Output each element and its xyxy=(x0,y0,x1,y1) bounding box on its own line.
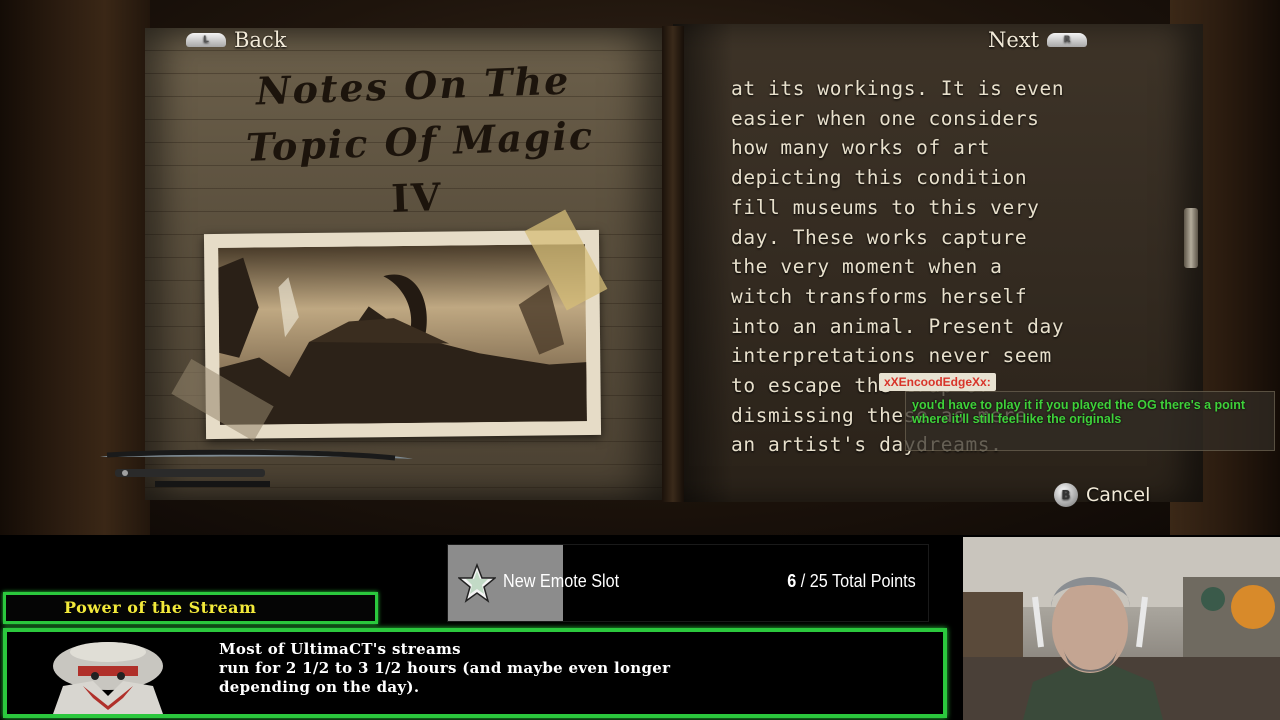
page-text-line: day. These works capture xyxy=(731,225,1028,249)
pots-line: depending on the day). xyxy=(219,678,420,696)
pots-line: Most of UltimaCT's streams xyxy=(219,640,461,658)
ornament-decoration xyxy=(100,449,413,487)
next-label: Next xyxy=(988,28,1040,52)
points-reward-label: New Emote Slot xyxy=(503,571,620,591)
next-button[interactable]: Next R xyxy=(988,28,1088,52)
page-text-line: at its workings. It is even xyxy=(731,77,1065,100)
chat-username: xXEncoodEdgeXx: xyxy=(879,373,996,391)
streamer-mascot-image xyxy=(23,636,193,714)
page-scroll-knob[interactable] xyxy=(1184,208,1198,268)
castle-photo-image xyxy=(218,244,587,425)
cancel-button[interactable]: B Cancel xyxy=(1054,483,1150,507)
points-count: 6 / 25 Total Points xyxy=(788,571,916,592)
pots-line: run for 2 1/2 to 3 1/2 hours (and maybe … xyxy=(219,659,671,677)
game-screen: L Back Next R Notes On The Topic Of Magi… xyxy=(0,0,1280,535)
power-of-stream-header: Power of the Stream xyxy=(3,592,378,624)
page-text-line: easier when one considers xyxy=(731,106,1040,130)
page-text-line: the very moment when a xyxy=(731,255,1003,279)
b-button-icon: B xyxy=(1054,483,1078,507)
book-title: Notes On The Topic Of Magic IV xyxy=(187,50,643,234)
cancel-label: Cancel xyxy=(1086,484,1151,506)
back-button[interactable]: L Back xyxy=(186,28,286,52)
webcam-image xyxy=(963,537,1280,720)
r-shoulder-icon: R xyxy=(1047,33,1088,47)
power-of-stream-title: Power of the Stream xyxy=(64,598,257,617)
points-current: 6 xyxy=(787,571,797,591)
chat-message: you'd have to play it if you played the … xyxy=(905,391,1275,451)
page-text-line: into an animal. Present day xyxy=(731,314,1065,338)
book-spine xyxy=(662,26,684,502)
page-text-line: interpretations never seem xyxy=(731,344,1052,368)
page-text-line: how many works of art xyxy=(731,136,991,160)
page-text-line: witch transforms herself xyxy=(731,284,1028,308)
page-text-line: fill museums to this very xyxy=(731,195,1040,219)
page-text-line: depicting this condition xyxy=(731,166,1028,190)
star-icon xyxy=(458,563,496,603)
power-of-stream-panel: Most of UltimaCT's streams run for 2 1/2… xyxy=(3,628,947,718)
l-shoulder-icon: L xyxy=(186,33,226,47)
power-of-stream-text: Most of UltimaCT's streams run for 2 1/2… xyxy=(219,640,670,697)
webcam-feed xyxy=(963,537,1280,720)
points-total: / 25 Total Points xyxy=(796,571,916,591)
points-progress-bar: New Emote Slot 6 / 25 Total Points xyxy=(447,544,929,622)
back-label: Back xyxy=(234,28,287,52)
